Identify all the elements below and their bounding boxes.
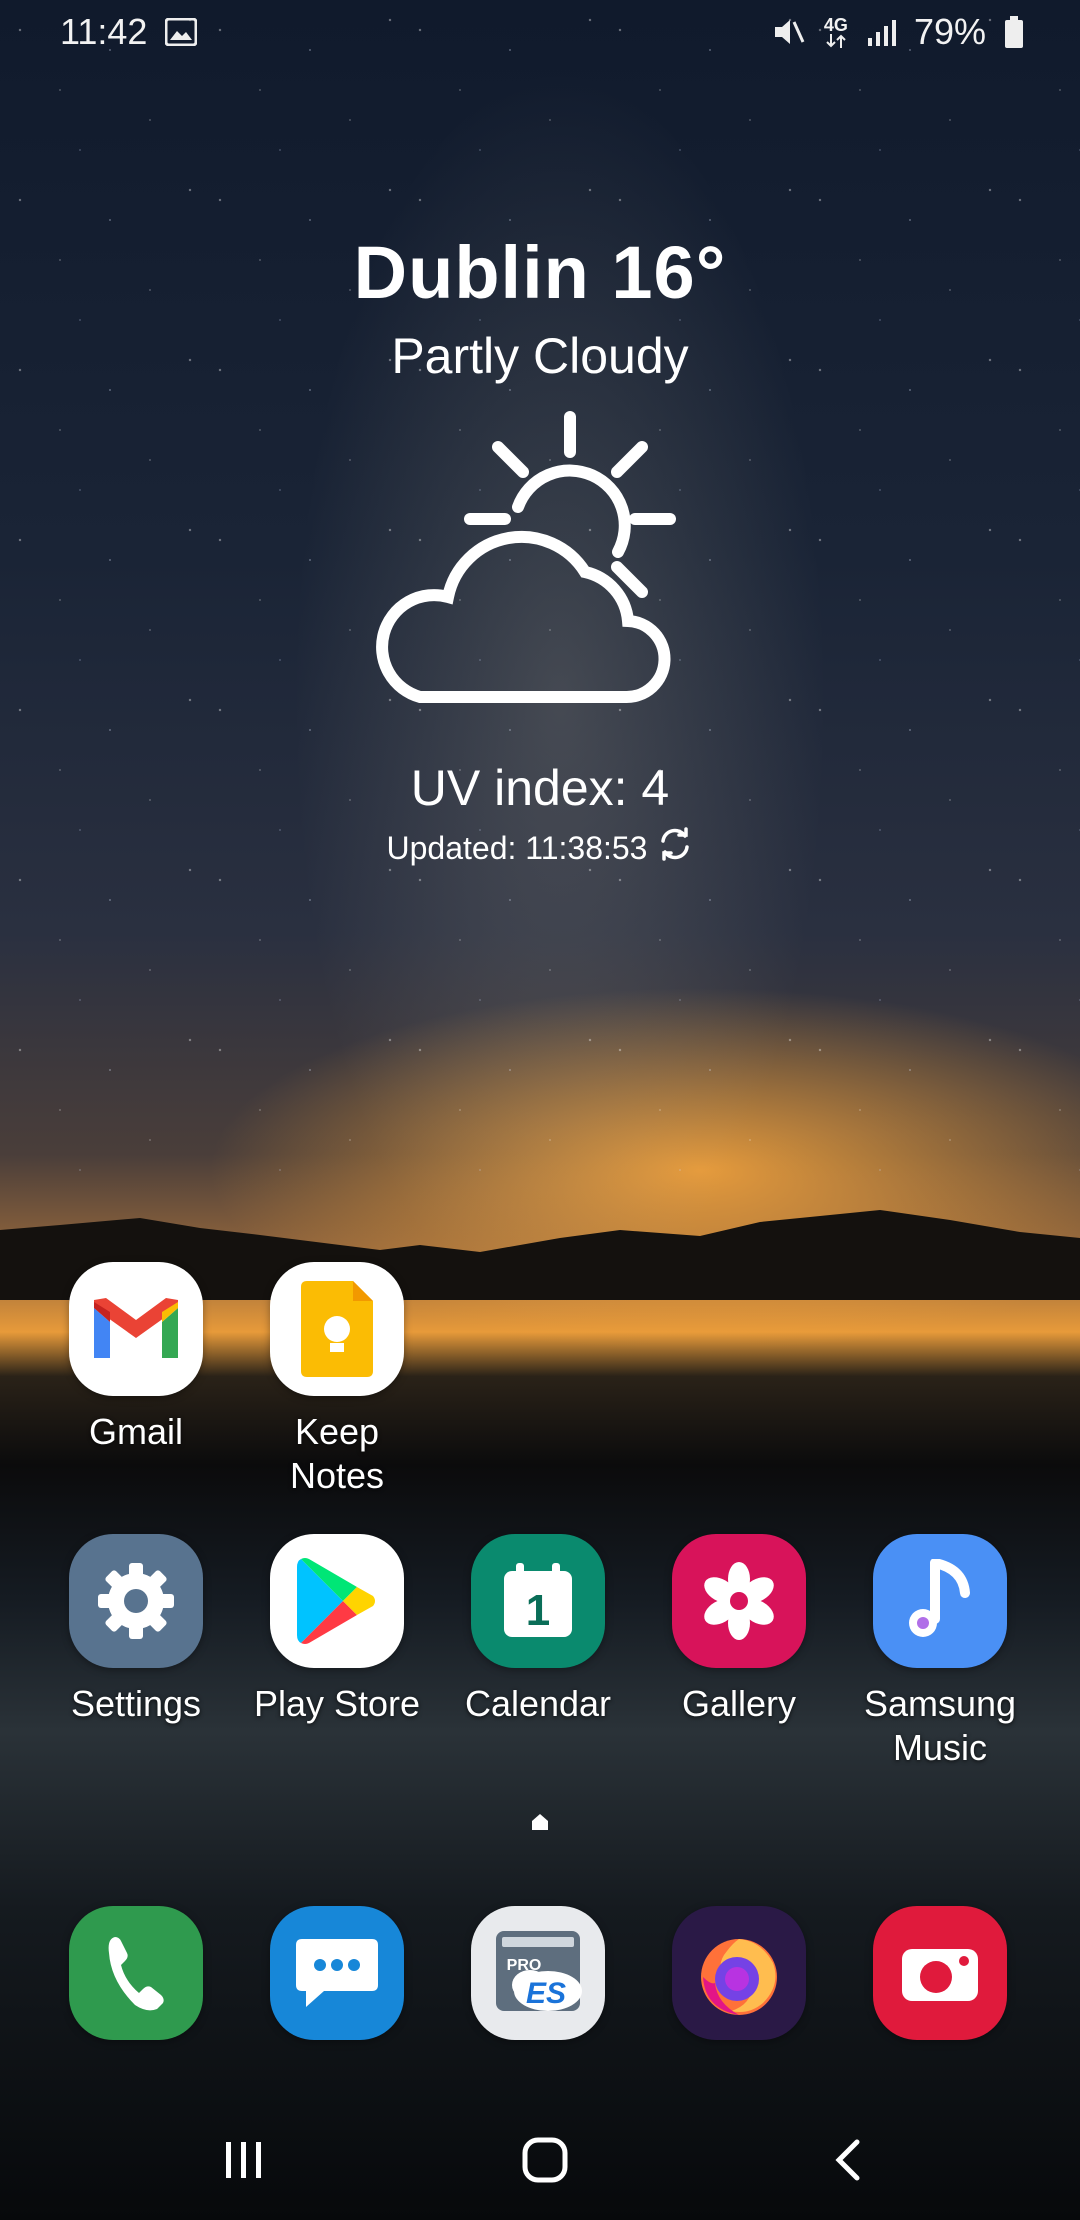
network-4g-icon: 4G (824, 16, 848, 48)
app-gallery[interactable]: Gallery (639, 1534, 839, 1726)
messages-icon (270, 1906, 404, 2040)
camera-icon (873, 1906, 1007, 2040)
gear-icon (69, 1534, 203, 1668)
dock-phone[interactable] (36, 1906, 236, 2040)
weather-widget[interactable]: Dublin 16° Partly Cloudy UV index: 4 Upd… (0, 230, 1080, 869)
home-page-indicator[interactable] (530, 1812, 550, 1837)
app-label-play-store: Play Store (253, 1683, 421, 1724)
keep-notes-icon (270, 1262, 404, 1396)
app-keep-notes[interactable]: Keep Notes (237, 1262, 437, 1498)
app-label-samsung-music: Samsung Music (863, 1683, 1017, 1768)
mute-icon (772, 16, 806, 48)
music-icon (873, 1534, 1007, 1668)
app-label-gmail: Gmail (88, 1411, 183, 1452)
app-label-settings: Settings (70, 1683, 202, 1724)
network-label: 4G (823, 15, 848, 35)
svg-text:ES: ES (526, 1977, 566, 2010)
app-settings[interactable]: Settings (36, 1534, 236, 1726)
weather-condition: Partly Cloudy (391, 328, 689, 384)
dock-es-file-explorer[interactable]: PRO ES (438, 1906, 638, 2040)
back-icon[interactable] (808, 2130, 888, 2190)
gmail-icon (69, 1262, 203, 1396)
app-play-store[interactable]: Play Store (237, 1534, 437, 1726)
app-samsung-music[interactable]: Samsung Music (840, 1534, 1040, 1770)
recents-icon[interactable] (204, 2130, 284, 2190)
home-icon[interactable] (505, 2130, 585, 2190)
weather-updated: Updated: 11:38:53 (387, 827, 694, 869)
firefox-icon (672, 1906, 806, 2040)
partly-cloudy-icon (376, 411, 676, 704)
signal-icon (866, 18, 896, 46)
gallery-icon (672, 1534, 806, 1668)
calendar-day: 1 (526, 1586, 550, 1635)
refresh-icon[interactable] (657, 827, 693, 869)
status-bar: 11:42 4G 79% (0, 0, 1080, 64)
battery-icon (1004, 16, 1024, 48)
dock-camera[interactable] (840, 1906, 1040, 2040)
dock-firefox[interactable] (639, 1906, 839, 2040)
es-file-explorer-icon: PRO ES (471, 1906, 605, 2040)
app-label-keep-notes: Keep Notes (289, 1411, 385, 1496)
navigation-bar (0, 2100, 1080, 2220)
uv-index: UV index: 4 (410, 760, 670, 816)
status-time: 11:42 (60, 11, 148, 52)
app-label-calendar: Calendar (464, 1683, 612, 1724)
weather-title: Dublin 16° (353, 231, 727, 314)
image-icon (165, 18, 198, 46)
calendar-icon: 1 (471, 1534, 605, 1668)
app-gmail[interactable]: Gmail (36, 1262, 236, 1454)
battery-percent: 79% (913, 11, 986, 52)
weather-updated-text: Updated: 11:38:53 (386, 829, 648, 866)
phone-icon (69, 1906, 203, 2040)
app-label-gallery: Gallery (681, 1683, 797, 1724)
dock-messages[interactable] (237, 1906, 437, 2040)
play-store-icon (270, 1534, 404, 1668)
app-calendar[interactable]: 1 Calendar (438, 1534, 638, 1726)
